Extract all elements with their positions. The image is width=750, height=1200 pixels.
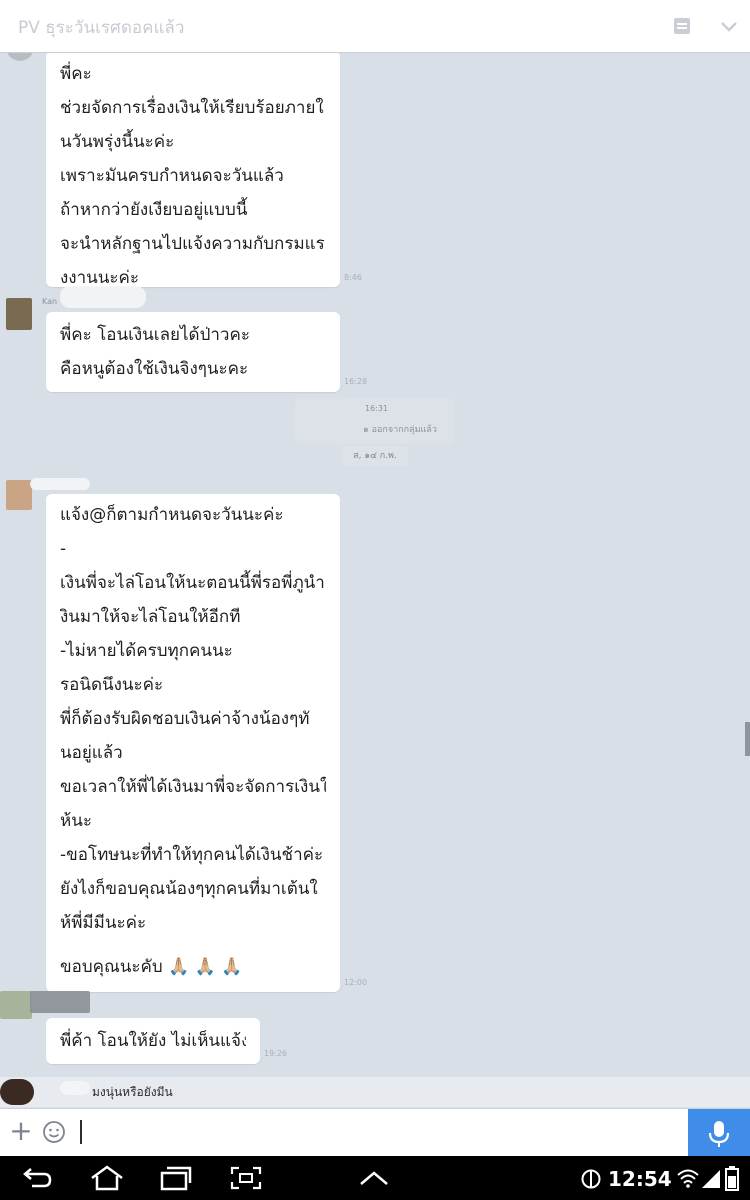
message-line: ถ้าหากว่ายังเงียบอยู่แบบนี้ xyxy=(60,200,248,220)
system-navigation-bar: 12:54 xyxy=(0,1156,750,1200)
menu-icon[interactable] xyxy=(672,16,692,36)
message-bubble[interactable]: พี่คะ ช่วยจัดการเรื่องเงินให้เรียบร้อยภา… xyxy=(46,53,340,288)
mic-button[interactable] xyxy=(688,1109,750,1156)
message-line: พี่คะ xyxy=(60,64,92,84)
message-line: ยังไงก็ขอบคุณน้องๆทุกคนที่มาเต้นใ xyxy=(60,879,318,899)
back-icon[interactable] xyxy=(18,1166,54,1192)
message-line: นวันพรุ่งนี้นะค่ะ xyxy=(60,132,175,152)
chat-title[interactable]: PV ธุระวันเรศดอคแล้ว xyxy=(18,14,184,41)
sender-name-blur xyxy=(60,1081,90,1095)
chat-header: PV ธุระวันเรศดอคแล้ว xyxy=(0,0,750,53)
data-saver-icon xyxy=(581,1169,601,1189)
message-line: รอนิดนึงนะค่ะ xyxy=(60,675,164,695)
message-time: 19:26 xyxy=(264,1049,288,1058)
message-line: เพราะมันครบกำหนดจะวันแล้ว xyxy=(60,166,284,186)
message-line: พี่คะ โอนเงินเลยได้ป่าวคะ xyxy=(60,325,250,345)
sender-name-blur xyxy=(30,991,90,1013)
message-line: ขอเวลาให้พี่ได้เงินมาพี่จะจัดการเงินใ xyxy=(60,777,326,797)
latest-message-preview[interactable]: มงนุ่นหรือยังมีน xyxy=(0,1077,750,1107)
preview-text: มงนุ่นหรือยังมีน xyxy=(92,1085,173,1099)
home-icon[interactable] xyxy=(88,1164,126,1192)
signal-icon xyxy=(702,1170,720,1188)
message-line: จะนำหลักฐานไปแจ้งความกับกรมแร xyxy=(60,234,325,254)
status-clock: 12:54 xyxy=(608,1167,672,1191)
message-line: นอยู่แล้ว xyxy=(60,743,123,763)
avatar[interactable] xyxy=(6,298,32,330)
message-line: -ไม่หายได้ครบทุกคนนะ xyxy=(60,641,233,661)
message-bubble[interactable]: พี่ค้า โอนให้ยัง ไม่เห็นแจ้ง xyxy=(46,1018,260,1064)
message-time: 12:00 xyxy=(344,978,368,987)
message-line: พี่ก็ต้องรับผิดชอบเงินค่าจ้างน้องๆทั xyxy=(60,709,310,729)
screenshot-icon[interactable] xyxy=(228,1164,264,1192)
message-line: ช่วยจัดการเรื่องเงินให้เรียบร้อยภายใ xyxy=(60,98,324,118)
battery-icon xyxy=(725,1166,739,1191)
mic-icon xyxy=(708,1121,730,1147)
message-input-bar: + xyxy=(0,1108,750,1156)
chat-area[interactable]: พี่คะ ช่วยจัดการเรื่องเงินให้เรียบร้อยภา… xyxy=(0,53,750,1108)
message-line: - xyxy=(60,539,67,559)
message-line: เงินพี่จะไล่โอนให้นะตอนนี้พี่รอพี่ภูนำเ xyxy=(60,573,326,593)
message-line: งินมาให้จะไล่โอนให้อีกที xyxy=(60,607,241,627)
avatar[interactable] xyxy=(0,991,32,1019)
message-line: คือหนูต้องใช้เงินจิงๆนะคะ xyxy=(60,359,249,379)
sender-name-blur xyxy=(30,478,90,490)
sender-name: Kan xyxy=(42,297,58,306)
wifi-icon xyxy=(677,1169,699,1188)
system-time: 16:31 xyxy=(365,404,389,413)
system-text: ๑ ออกจากกลุ่มแล้ว xyxy=(363,425,437,435)
message-line: -ขอโทษนะที่ทำให้ทุกคนได้เงินช้าค่ะ xyxy=(60,845,324,865)
message-bubble[interactable]: พี่คะ โอนเงินเลยได้ป่าวคะ คือหนูต้องใช้เ… xyxy=(46,312,340,392)
scrollbar-thumb[interactable] xyxy=(745,722,750,756)
message-line: แจ้ง@ก็ตามกำหนดจะวันนะค่ะ xyxy=(60,505,284,525)
plus-icon[interactable]: + xyxy=(8,1117,34,1147)
message-line: ห้นะ xyxy=(60,811,92,831)
message-line: พี่ค้า โอนให้ยัง ไม่เห็นแจ้ง xyxy=(60,1031,246,1051)
message-input[interactable] xyxy=(76,1115,680,1152)
chevron-down-icon[interactable] xyxy=(718,16,740,36)
text-cursor xyxy=(80,1120,82,1144)
date-separator: ส, ๑๔ ก.พ. xyxy=(342,446,408,466)
sender-name-blur xyxy=(60,286,146,308)
message-time: 16:28 xyxy=(344,377,368,386)
emoji-icon[interactable] xyxy=(42,1120,66,1144)
message-time: 8:46 xyxy=(344,273,362,282)
avatar xyxy=(0,1079,34,1105)
chevron-up-icon[interactable] xyxy=(356,1166,392,1190)
system-notice: 16:31 ๑ ออกจากกลุ่มแล้ว xyxy=(295,398,455,444)
avatar[interactable] xyxy=(6,53,34,61)
recent-apps-icon[interactable] xyxy=(158,1164,194,1192)
avatar[interactable] xyxy=(6,480,32,510)
message-bubble[interactable]: แจ้ง@ก็ตามกำหนดจะวันนะค่ะ - เงินพี่จะไล่… xyxy=(46,494,340,992)
message-line: ห้พี่มีมีนะค่ะ xyxy=(60,913,147,933)
message-closing: ขอบคุณนะคับ 🙏🏼 🙏🏼 🙏🏼 xyxy=(60,957,243,977)
